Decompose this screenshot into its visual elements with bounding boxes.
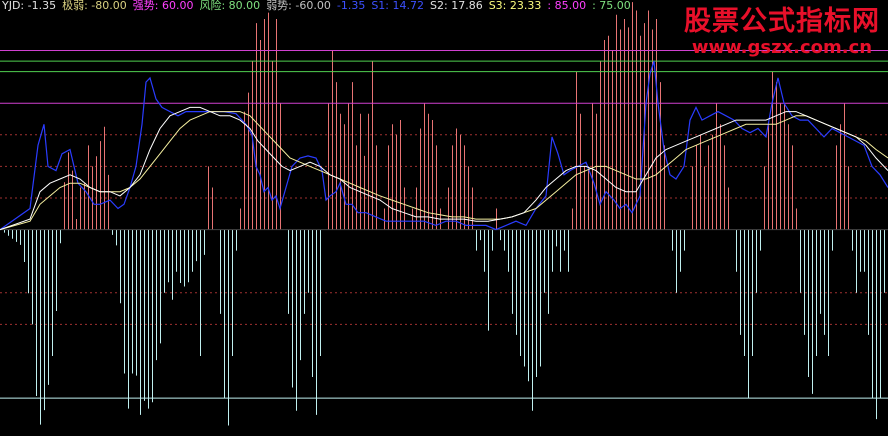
yjd-histogram [4,2,885,426]
s1-line [0,60,888,231]
legend-item: YJD: -1.35 [2,0,57,12]
indicator-legend: YJD: -1.35 极弱: -80.00 强势: 60.00 风险: 80.00 弱势… [2,0,637,14]
legend-item: S1: 14.72 [371,0,425,12]
reference-level-lines [0,50,888,399]
s2-line [0,106,888,231]
s3-line [0,111,888,231]
legend-item: 弱势: -60.00 [266,0,331,12]
legend-item: : 75.00 [592,0,631,12]
legend-item: 极弱: -80.00 [62,0,127,12]
watermark-title: 股票公式指标网 [684,6,880,37]
site-watermark: 股票公式指标网 www.gszx.com.cn [684,6,880,58]
indicator-chart [0,2,888,426]
legend-item: -1.35 [336,0,366,12]
legend-item: 强势: 60.00 [132,0,194,12]
legend-item: : 85.00 [547,0,587,12]
watermark-url: www.gszx.com.cn [691,37,873,58]
legend-item: 风险: 80.00 [199,0,261,12]
moving-average-lines [0,60,888,231]
legend-item: S2: 17.86 [430,0,483,12]
legend-item: S3: 23.33 [488,0,542,12]
